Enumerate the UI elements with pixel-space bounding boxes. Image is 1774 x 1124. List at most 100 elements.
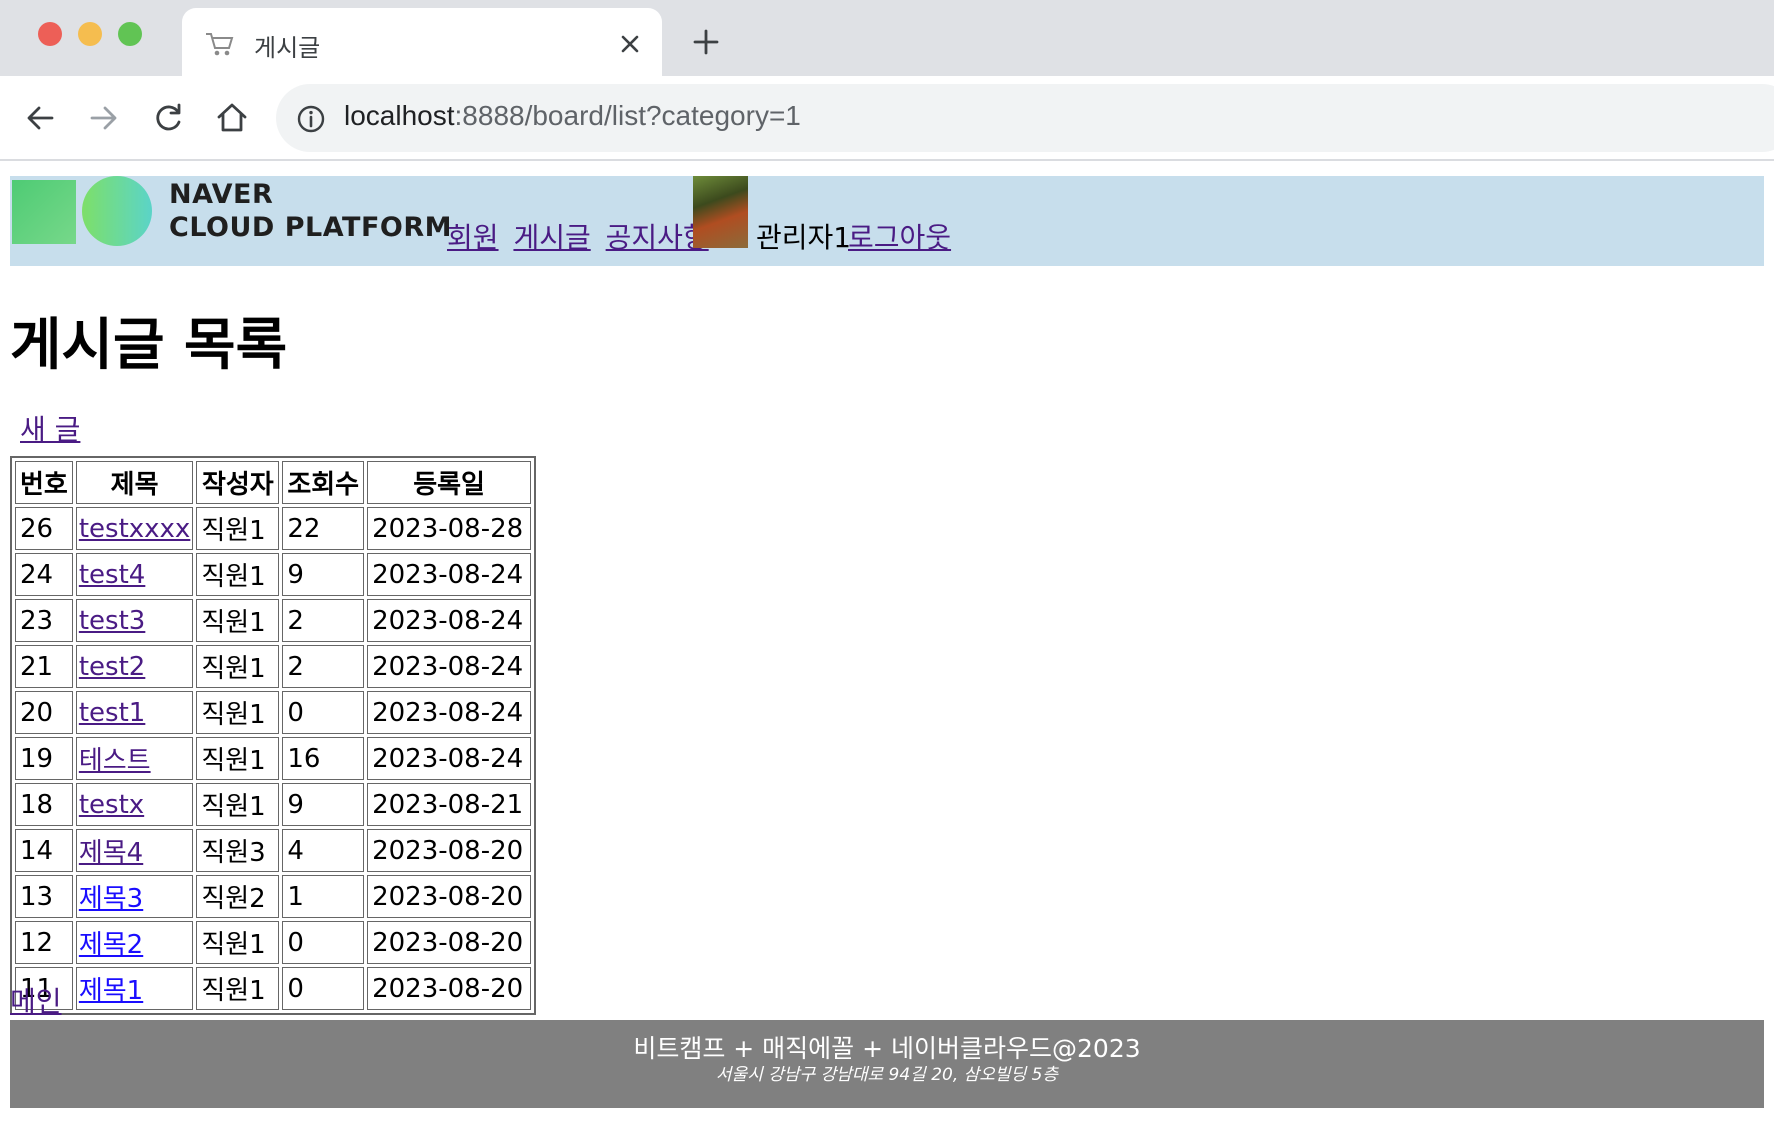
cell-writer: 직원1: [196, 645, 280, 688]
post-title-link[interactable]: 제목3: [79, 884, 143, 914]
post-title-link[interactable]: 테스트: [79, 746, 151, 776]
cell-date: 2023-08-24: [367, 599, 532, 642]
post-title-link[interactable]: 제목1: [79, 976, 143, 1006]
table-row: 21 test2 직원1 2 2023-08-24: [15, 645, 532, 688]
cell-title: test2: [75, 645, 194, 688]
table-row: 13 제목3 직원2 1 2023-08-20: [15, 875, 532, 918]
cell-views: 9: [282, 553, 365, 596]
cell-title: 제목4: [75, 829, 194, 872]
table-row: 26 testxxxx 직원1 22 2023-08-28: [15, 507, 532, 550]
page-content: NAVER CLOUD PLATFORM 회원 게시글 공지사항 관리자1 로그…: [10, 176, 1764, 1108]
cell-no: 21: [15, 645, 73, 688]
post-title-link[interactable]: 제목2: [79, 930, 143, 960]
cell-views: 22: [282, 507, 365, 550]
post-title-link[interactable]: testxxxx: [79, 514, 190, 544]
cell-title: testxxxx: [75, 507, 194, 550]
cell-writer: 직원1: [196, 737, 280, 780]
cell-date: 2023-08-21: [367, 783, 532, 826]
new-post-link[interactable]: 새 글: [20, 408, 80, 448]
cell-date: 2023-08-24: [367, 553, 532, 596]
logout-link[interactable]: 로그아웃: [848, 216, 951, 256]
minimize-window-button[interactable]: [78, 22, 102, 46]
board-table: 번호 제목 작성자 조회수 등록일 26 testxxxx 직원1 22 2023-08…: [10, 456, 537, 1015]
cell-no: 26: [15, 507, 73, 550]
reload-icon[interactable]: [150, 100, 186, 136]
cell-writer: 직원3: [196, 829, 280, 872]
cell-title: testx: [75, 783, 194, 826]
home-icon[interactable]: [214, 100, 250, 136]
cell-no: 12: [15, 921, 73, 964]
column-header-no: 번호: [15, 461, 73, 504]
new-tab-icon[interactable]: [692, 28, 720, 56]
cell-date: 2023-08-24: [367, 645, 532, 688]
cell-views: 2: [282, 645, 365, 688]
cell-date: 2023-08-28: [367, 507, 532, 550]
cell-title: 테스트: [75, 737, 194, 780]
info-icon[interactable]: [296, 104, 326, 134]
maximize-window-button[interactable]: [118, 22, 142, 46]
post-title-link[interactable]: testx: [79, 790, 144, 820]
cell-title: test1: [75, 691, 194, 734]
post-title-link[interactable]: 제목4: [79, 838, 143, 868]
cell-title: 제목1: [75, 967, 194, 1010]
table-row: 23 test3 직원1 2 2023-08-24: [15, 599, 532, 642]
close-tab-icon[interactable]: [618, 32, 642, 56]
cell-no: 13: [15, 875, 73, 918]
cell-views: 0: [282, 921, 365, 964]
cell-no: 23: [15, 599, 73, 642]
user-name: 관리자1: [756, 221, 852, 254]
cell-views: 1: [282, 875, 365, 918]
close-window-button[interactable]: [38, 22, 62, 46]
cell-writer: 직원1: [196, 599, 280, 642]
post-title-link[interactable]: test4: [79, 560, 145, 590]
cell-title: 제목3: [75, 875, 194, 918]
cell-no: 19: [15, 737, 73, 780]
board-table-body: 26 testxxxx 직원1 22 2023-08-28 24 test4 직원1 9 2023…: [15, 507, 532, 1010]
cell-date: 2023-08-20: [367, 921, 532, 964]
browser-tab[interactable]: 게시글: [182, 8, 662, 76]
footer-address: 서울시 강남구 강남대로 94길 20, 삼오빌딩 5층: [715, 1065, 1059, 1085]
main-link[interactable]: 메인: [10, 980, 62, 1020]
url-text[interactable]: localhost:8888/board/list?category=1: [344, 100, 801, 132]
table-row: 11 제목1 직원1 0 2023-08-20: [15, 967, 532, 1010]
cell-title: 제목2: [75, 921, 194, 964]
cell-date: 2023-08-24: [367, 737, 532, 780]
post-title-link[interactable]: test2: [79, 652, 145, 682]
forward-arrow-icon[interactable]: [86, 100, 122, 136]
cell-title: test4: [75, 553, 194, 596]
url-path: :8888/board/list?category=1: [454, 100, 801, 131]
cell-views: 9: [282, 783, 365, 826]
nav-link-board[interactable]: 게시글: [513, 221, 590, 254]
site-header: NAVER CLOUD PLATFORM 회원 게시글 공지사항 관리자1 로그…: [10, 176, 1764, 266]
back-arrow-icon[interactable]: [22, 100, 58, 136]
column-header-writer: 작성자: [196, 461, 280, 504]
cell-date: 2023-08-20: [367, 829, 532, 872]
table-row: 19 테스트 직원1 16 2023-08-24: [15, 737, 532, 780]
cell-views: 0: [282, 967, 365, 1010]
user-avatar: [693, 176, 748, 248]
cell-views: 4: [282, 829, 365, 872]
cell-writer: 직원1: [196, 967, 280, 1010]
table-header-row: 번호 제목 작성자 조회수 등록일: [15, 461, 532, 504]
logo-line1: NAVER: [169, 179, 274, 210]
url-host: localhost: [344, 100, 455, 131]
cell-no: 24: [15, 553, 73, 596]
column-header-views: 조회수: [282, 461, 365, 504]
cell-views: 16: [282, 737, 365, 780]
cell-writer: 직원1: [196, 553, 280, 596]
cell-no: 18: [15, 783, 73, 826]
cell-date: 2023-08-20: [367, 967, 532, 1010]
post-title-link[interactable]: test3: [79, 606, 145, 636]
cell-views: 0: [282, 691, 365, 734]
browser-toolbar: localhost:8888/board/list?category=1: [0, 76, 1774, 161]
cell-views: 2: [282, 599, 365, 642]
cell-no: 20: [15, 691, 73, 734]
table-row: 14 제목4 직원3 4 2023-08-20: [15, 829, 532, 872]
cell-writer: 직원1: [196, 691, 280, 734]
table-row: 20 test1 직원1 0 2023-08-24: [15, 691, 532, 734]
post-title-link[interactable]: test1: [79, 698, 145, 728]
cell-no: 14: [15, 829, 73, 872]
nav-link-members[interactable]: 회원: [447, 221, 499, 254]
address-bar[interactable]: localhost:8888/board/list?category=1: [276, 84, 1774, 152]
cell-date: 2023-08-24: [367, 691, 532, 734]
